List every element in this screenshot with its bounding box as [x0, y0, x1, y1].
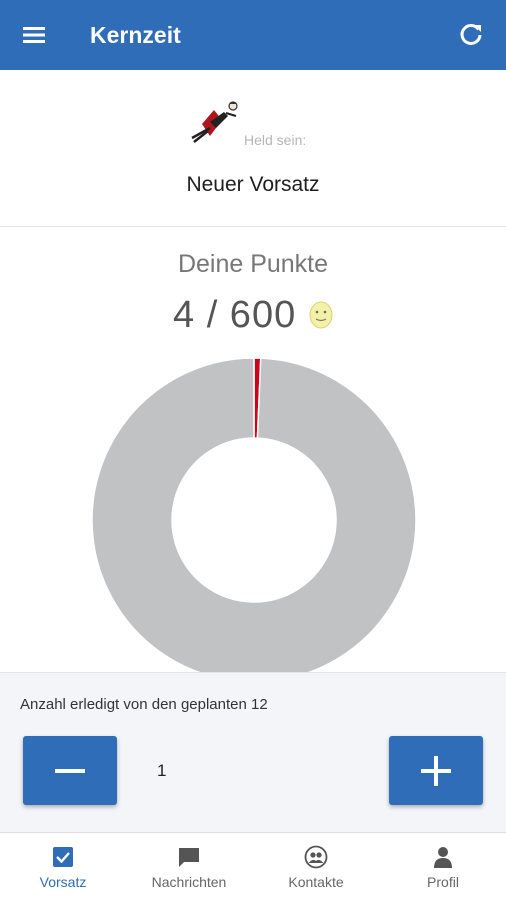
- plus-icon: [421, 756, 451, 786]
- contacts-icon: [304, 845, 328, 869]
- donut-slice-1: [91, 357, 417, 683]
- counter-panel: Anzahl erledigt von den geplanten 12 1: [0, 672, 506, 833]
- nav-item-kontakte[interactable]: Kontakte: [253, 833, 379, 901]
- bottom-navigation: Vorsatz Nachrichten Kontakte Profil: [0, 832, 506, 901]
- checkbox-icon: [51, 845, 75, 869]
- person-icon: [431, 845, 455, 869]
- nav-item-profil[interactable]: Profil: [380, 833, 506, 901]
- nav-label: Vorsatz: [39, 874, 87, 890]
- nav-item-vorsatz[interactable]: Vorsatz: [0, 833, 126, 901]
- nav-label: Kontakte: [288, 874, 344, 890]
- chat-bubble-icon: [177, 845, 201, 869]
- nav-item-nachrichten[interactable]: Nachrichten: [126, 833, 252, 901]
- app-bar: Kernzeit: [0, 0, 506, 70]
- decrement-button[interactable]: [23, 736, 117, 805]
- counter-label: Anzahl erledigt von den geplanten 12: [20, 696, 268, 713]
- refresh-icon[interactable]: [454, 18, 488, 52]
- goal-header: Held sein: Neuer Vorsatz: [0, 70, 506, 227]
- points-label: Deine Punkte: [177, 250, 329, 278]
- increment-button[interactable]: [389, 736, 483, 805]
- nav-label: Profil: [427, 874, 459, 890]
- hamburger-menu-icon[interactable]: [18, 20, 52, 50]
- points-donut-chart: [91, 357, 417, 683]
- flying-hero-icon: [188, 98, 244, 148]
- minus-icon: [55, 769, 85, 773]
- hero-subtitle: Held sein:: [244, 132, 307, 148]
- smiley-icon: [308, 300, 334, 330]
- points-value: 4 / 600: [173, 294, 297, 336]
- nav-label: Nachrichten: [151, 874, 227, 890]
- goal-title[interactable]: Neuer Vorsatz: [0, 173, 506, 197]
- app-title: Kernzeit: [90, 22, 181, 48]
- counter-value[interactable]: 1: [157, 761, 166, 781]
